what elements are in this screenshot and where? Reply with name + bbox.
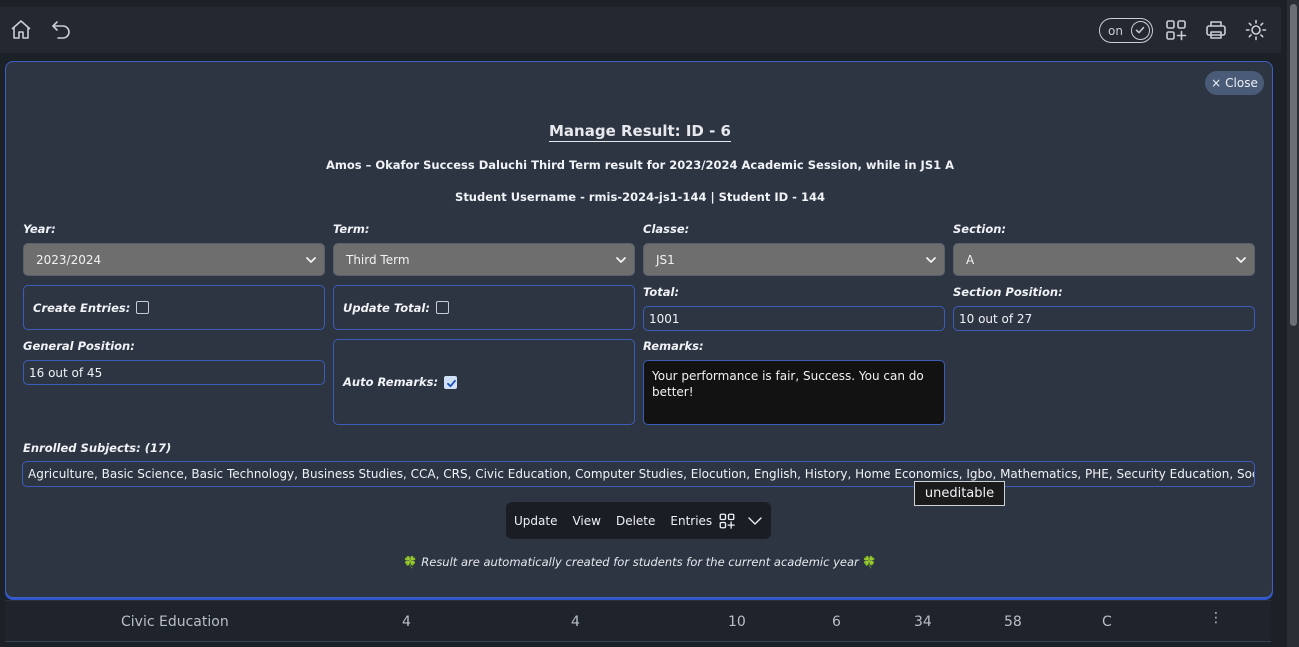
score-cell: 4	[571, 614, 580, 630]
year-label: Year:	[23, 222, 56, 236]
score-cell: 34	[914, 614, 932, 630]
score-cell: 10	[728, 614, 746, 630]
score-cell: 4	[402, 614, 411, 630]
close-icon: ×	[1211, 76, 1222, 90]
result-subtitle: Amos – Okafor Success Daluchi Third Term…	[325, 158, 955, 172]
remarks-label: Remarks:	[643, 339, 704, 353]
term-value: Third Term	[346, 252, 410, 267]
classe-select[interactable]: JS1	[643, 243, 945, 276]
enrolled-subjects-label: Enrolled Subjects: (17)	[23, 441, 172, 455]
more-vertical-icon[interactable]: ⋮	[1209, 610, 1223, 626]
section-select[interactable]: A	[953, 243, 1255, 276]
year-select[interactable]: 2023/2024	[23, 243, 325, 276]
home-icon[interactable]	[9, 18, 33, 42]
clover-icon: 🍀	[862, 555, 877, 569]
student-info: Student Username - rmis-2024-js1-144 | S…	[455, 190, 825, 204]
update-button[interactable]: Update	[514, 514, 557, 528]
update-total-card: Update Total:	[333, 285, 635, 330]
grade-cell: C	[1102, 614, 1112, 630]
chevron-down-icon	[306, 257, 316, 263]
printer-icon[interactable]	[1204, 18, 1228, 42]
modal-title: Manage Result: ID - 6	[549, 122, 731, 142]
section-position-label: Section Position:	[953, 285, 1063, 299]
grid-add-icon[interactable]	[718, 512, 736, 530]
toggle-label: on	[1108, 23, 1123, 38]
close-button[interactable]: × Close	[1205, 71, 1264, 95]
result-action-bar: Update View Delete Entries	[506, 502, 771, 539]
classe-label: Classe:	[643, 222, 690, 236]
note-text: Result are automatically created for stu…	[421, 555, 859, 569]
total-input[interactable]: 1001	[643, 306, 945, 331]
chevron-down-icon	[926, 257, 936, 263]
create-entries-checkbox[interactable]	[136, 301, 150, 314]
auto-remarks-checkbox[interactable]	[444, 375, 458, 389]
section-label: Section:	[953, 222, 1007, 236]
view-button[interactable]: View	[572, 514, 600, 528]
enrolled-subjects-input[interactable]: Agriculture, Basic Science, Basic Techno…	[22, 461, 1255, 487]
create-entries-label: Create Entries:	[33, 300, 131, 315]
classe-value: JS1	[656, 252, 675, 267]
total-label: Total:	[643, 285, 680, 299]
table-row[interactable]: Civic Education 4 4 10 6 34 58 C ⋮	[5, 600, 1271, 642]
grid-add-icon[interactable]	[1164, 18, 1188, 42]
subject-cell: Civic Education	[121, 614, 229, 630]
section-value: A	[966, 252, 975, 267]
remarks-textarea[interactable]: Your performance is fair, Success. You c…	[643, 360, 945, 425]
top-toolbar: on	[0, 7, 1281, 53]
general-position-label: General Position:	[23, 339, 135, 353]
general-position-input[interactable]: 16 out of 45	[23, 360, 325, 385]
chevron-down-icon[interactable]	[746, 512, 764, 530]
auto-create-note: 🍀 Result are automatically created for s…	[6, 555, 1274, 569]
chevron-down-icon	[616, 257, 626, 263]
auto-remarks-card: Auto Remarks:	[333, 339, 635, 425]
uneditable-tooltip: uneditable	[914, 481, 1005, 506]
auto-remarks-label: Auto Remarks:	[343, 375, 439, 389]
score-cell: 6	[832, 614, 841, 630]
page-scrollbar[interactable]	[1287, 0, 1299, 647]
create-entries-card: Create Entries:	[23, 285, 325, 330]
term-select[interactable]: Third Term	[333, 243, 635, 276]
year-value: 2023/2024	[36, 252, 102, 267]
manage-result-modal: × Close Manage Result: ID - 6 Amos – Oka…	[5, 61, 1273, 598]
score-cell: 58	[1004, 614, 1022, 630]
section-position-input[interactable]: 10 out of 27	[953, 306, 1255, 331]
clover-icon: 🍀	[403, 555, 418, 569]
auto-toggle[interactable]: on	[1099, 18, 1153, 43]
update-total-label: Update Total:	[343, 300, 430, 315]
sun-icon[interactable]	[1244, 18, 1268, 42]
term-label: Term:	[333, 222, 370, 236]
modal-title-wrap: Manage Result: ID - 6	[6, 121, 1274, 142]
check-circle-icon	[1131, 21, 1150, 40]
update-total-checkbox[interactable]	[435, 301, 449, 314]
entries-button[interactable]: Entries	[670, 514, 712, 528]
delete-button[interactable]: Delete	[616, 514, 655, 528]
close-label: Close	[1225, 76, 1258, 90]
scrollbar-thumb[interactable]	[1290, 4, 1297, 326]
chevron-down-icon	[1236, 257, 1246, 263]
undo-icon[interactable]	[49, 18, 73, 42]
